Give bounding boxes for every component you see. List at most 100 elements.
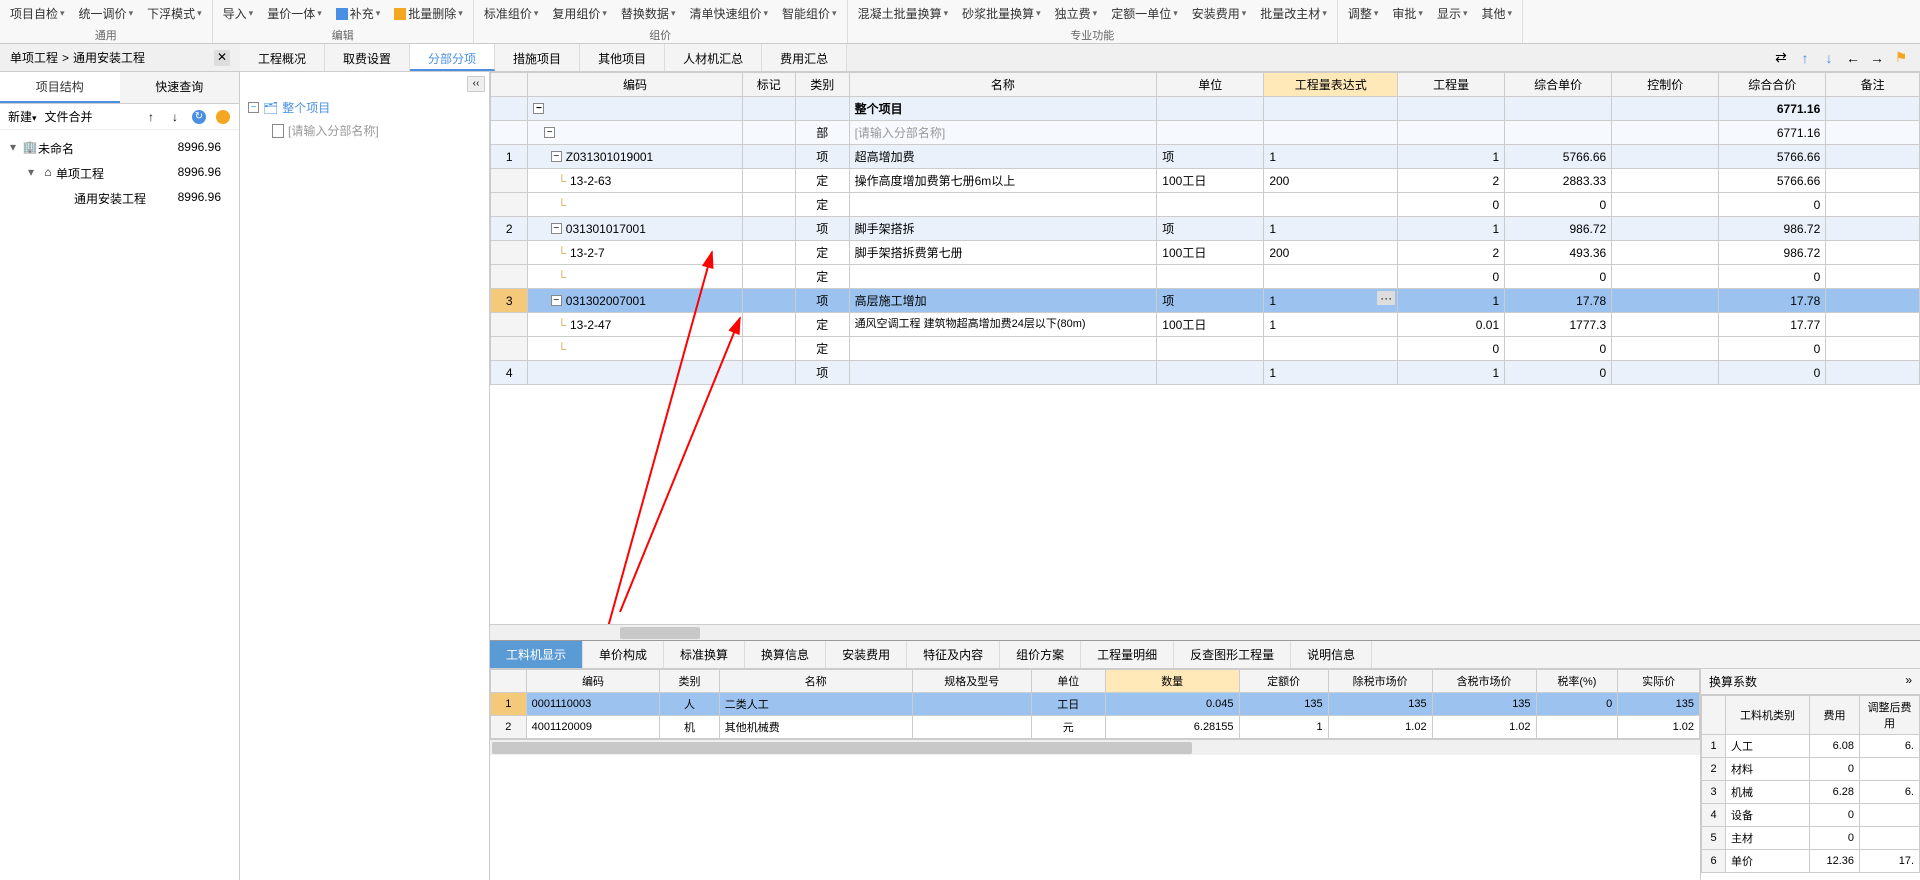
table-row[interactable]: 5主材0 — [1702, 827, 1920, 850]
cell-code[interactable]: └ — [528, 337, 742, 361]
cell-category[interactable] — [796, 97, 850, 121]
bottom-tab[interactable]: 组价方案 — [1000, 641, 1081, 668]
cell-remark[interactable] — [1826, 97, 1920, 121]
cell-qty[interactable] — [1398, 121, 1505, 145]
cell-mark[interactable] — [742, 289, 796, 313]
cell-name[interactable]: [请输入分部名称] — [849, 121, 1157, 145]
col-header[interactable]: 编码 — [526, 670, 660, 693]
cell-fee[interactable]: 6.08 — [1810, 735, 1860, 758]
grid-header[interactable]: 工程量 — [1398, 73, 1505, 97]
cell-tp[interactable]: 135 — [1432, 693, 1536, 716]
cell-name[interactable]: 高层施工增加 — [849, 289, 1157, 313]
grid-header[interactable]: 名称 — [849, 73, 1157, 97]
cell-tp[interactable]: 1.02 — [1432, 716, 1536, 739]
cell-category[interactable]: 项 — [796, 217, 850, 241]
cell-remark[interactable] — [1826, 313, 1920, 337]
section-tab[interactable]: 工程概况 — [240, 44, 325, 71]
cell-qty[interactable] — [1398, 97, 1505, 121]
toolbar-item[interactable]: 清单快速组价▾ — [683, 2, 774, 25]
cell-adj[interactable]: 6. — [1860, 781, 1920, 804]
table-row[interactable]: 1人工6.086. — [1702, 735, 1920, 758]
cell-expr[interactable] — [1264, 193, 1398, 217]
cell-mark[interactable] — [742, 97, 796, 121]
cell-category[interactable]: 定 — [796, 337, 850, 361]
grid-header[interactable]: 标记 — [742, 73, 796, 97]
cell-category[interactable]: 项 — [796, 289, 850, 313]
cell-dp[interactable]: 135 — [1239, 693, 1328, 716]
cell-ap[interactable]: 135 — [1618, 693, 1700, 716]
cell-dp[interactable]: 1 — [1239, 716, 1328, 739]
cell-ctrl[interactable] — [1612, 337, 1719, 361]
cell-adj[interactable] — [1860, 758, 1920, 781]
cell-remark[interactable] — [1826, 361, 1920, 385]
cell-total[interactable]: 986.72 — [1719, 217, 1826, 241]
cell-mark[interactable] — [742, 145, 796, 169]
toolbar-item[interactable]: 量价一体▾ — [261, 2, 328, 25]
cell-rn[interactable]: 1 — [491, 693, 527, 716]
cell-ctrl[interactable] — [1612, 193, 1719, 217]
grid-header[interactable]: 综合单价 — [1505, 73, 1612, 97]
toolbar-item[interactable]: 砂浆批量换算▾ — [956, 2, 1047, 25]
collapse-icon[interactable]: ‹‹ — [467, 76, 485, 92]
grid-header[interactable]: 综合合价 — [1719, 73, 1826, 97]
cell-code[interactable]: └13-2-47 — [528, 313, 742, 337]
cell-tax[interactable] — [1536, 716, 1618, 739]
grid-header[interactable]: 控制价 — [1612, 73, 1719, 97]
cell-total[interactable]: 6771.16 — [1719, 121, 1826, 145]
left-tab-search[interactable]: 快速查询 — [120, 72, 240, 103]
down-icon[interactable]: ↓ — [167, 109, 183, 125]
cell-name[interactable]: 机械 — [1726, 781, 1810, 804]
cell-expr[interactable]: 1 — [1264, 313, 1398, 337]
cell-name[interactable] — [849, 193, 1157, 217]
cell-remark[interactable] — [1826, 217, 1920, 241]
material-grid-wrap[interactable]: 编码类别名称规格及型号单位数量定额价除税市场价含税市场价税率(%)实际价1000… — [490, 669, 1700, 880]
cell-code[interactable]: −Z031301019001 — [528, 145, 742, 169]
grid-row[interactable]: 3 −031302007001项高层施工增加项1···117.7817.78 — [491, 289, 1920, 313]
expand-icon[interactable]: − — [533, 103, 544, 114]
cell-code[interactable]: └13-2-63 — [528, 169, 742, 193]
toolbar-item[interactable]: 其他▾ — [1475, 2, 1518, 25]
col-header[interactable]: 数量 — [1105, 670, 1239, 693]
col-header[interactable]: 实际价 — [1618, 670, 1700, 693]
expr-more-button[interactable]: ··· — [1377, 291, 1395, 305]
cell-total[interactable]: 0 — [1719, 265, 1826, 289]
grid-row[interactable]: └13-2-63定操作高度增加费第七册6m以上100工日20022883.335… — [491, 169, 1920, 193]
grid-header[interactable] — [491, 73, 528, 97]
cell-name[interactable]: 设备 — [1726, 804, 1810, 827]
col-header[interactable]: 工料机类别 — [1726, 696, 1810, 735]
cell-name[interactable]: 脚手架搭拆 — [849, 217, 1157, 241]
cell-spec[interactable] — [912, 716, 1031, 739]
cell-unit[interactable] — [1157, 337, 1264, 361]
expand-icon[interactable]: − — [248, 102, 259, 113]
cell-unitprice[interactable]: 2883.33 — [1505, 169, 1612, 193]
crumb-a[interactable]: 单项工程 — [10, 49, 58, 66]
cell-remark[interactable] — [1826, 289, 1920, 313]
cell-total[interactable]: 0 — [1719, 361, 1826, 385]
left-tab-structure[interactable]: 项目结构 — [0, 72, 120, 103]
cell-qty[interactable]: 0.045 — [1105, 693, 1239, 716]
expand-icon[interactable] — [46, 190, 58, 207]
swap-icon[interactable]: ⇄ — [1772, 49, 1790, 67]
cell-unit[interactable] — [1157, 97, 1264, 121]
grid-row[interactable]: └13-2-47定通风空调工程 建筑物超高增加费24层以下(80m)100工日1… — [491, 313, 1920, 337]
bottom-tab[interactable]: 换算信息 — [745, 641, 826, 668]
cell-name[interactable]: 人工 — [1726, 735, 1810, 758]
cell-mark[interactable] — [742, 337, 796, 361]
toolbar-item[interactable]: 复用组价▾ — [546, 2, 613, 25]
toolbar-item[interactable]: 下浮模式▾ — [141, 2, 208, 25]
expand-icon[interactable]: − — [551, 295, 562, 306]
toolbar-item[interactable]: 批量删除▾ — [388, 2, 469, 25]
merge-button[interactable]: 文件合并 — [45, 108, 93, 125]
more-icon[interactable]: » — [1905, 673, 1912, 690]
grid-row[interactable]: └定000 — [491, 193, 1920, 217]
cell-name[interactable]: 材料 — [1726, 758, 1810, 781]
toolbar-item[interactable]: 显示▾ — [1431, 2, 1474, 25]
cell-expr[interactable]: 1 — [1264, 145, 1398, 169]
cell-qty[interactable]: 2 — [1398, 241, 1505, 265]
section-tab[interactable]: 取费设置 — [325, 44, 410, 71]
arrow-down-icon[interactable]: ↓ — [1820, 49, 1838, 67]
cell-qty[interactable]: 0 — [1398, 337, 1505, 361]
section-tab[interactable]: 其他项目 — [580, 44, 665, 71]
h-scrollbar[interactable] — [490, 624, 1920, 640]
cell-remark[interactable] — [1826, 241, 1920, 265]
